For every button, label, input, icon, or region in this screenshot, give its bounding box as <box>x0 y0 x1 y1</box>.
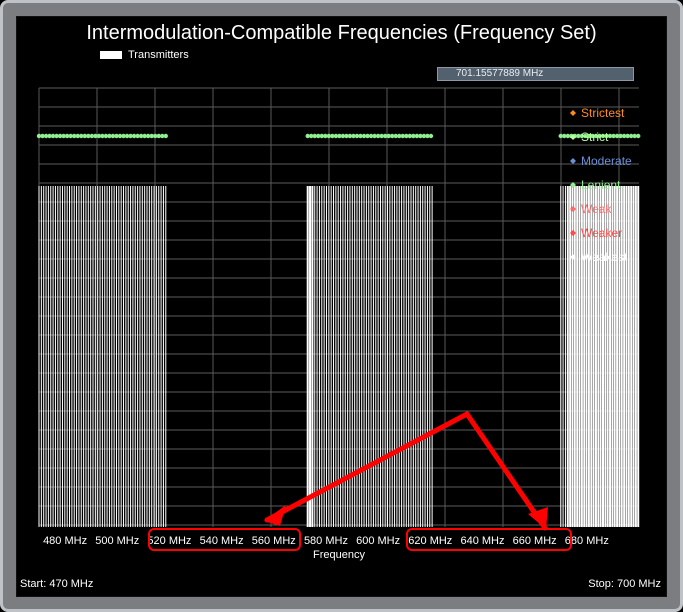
frequency-chart: 480 MHz 500 MHz 520 MHz 540 MHz 560 MHz 580 M… <box>36 87 641 561</box>
x-tick-label: 640 MHz <box>460 535 504 547</box>
lenient-marker <box>163 133 168 139</box>
x-tick-label: 500 MHz <box>95 535 139 547</box>
legend-label: Lenient <box>581 178 621 192</box>
x-tick-label: 660 MHz <box>513 535 557 547</box>
legend-label: Strictest <box>581 106 625 120</box>
legend-label: Strict <box>581 130 609 144</box>
x-tick-label: 600 MHz <box>356 535 400 547</box>
x-tick-label: 580 MHz <box>304 535 348 547</box>
legend-label: Weaker <box>581 226 622 240</box>
stop-label: Stop: 700 MHz <box>588 578 661 590</box>
lenient-marker <box>636 133 641 139</box>
legend-marker <box>570 158 576 164</box>
legend-label: Weak <box>581 202 612 216</box>
x-tick-label: 540 MHz <box>200 535 244 547</box>
legend-label: Moderate <box>581 154 632 168</box>
annotation-arrow-line <box>464 411 548 531</box>
legend-label: Weakest <box>581 250 628 264</box>
annotation-arrowhead <box>264 505 286 526</box>
lenient-marker <box>428 133 434 139</box>
legend-marker <box>570 110 576 116</box>
x-tick-label: 520 MHz <box>147 535 191 547</box>
x-tick-label: 560 MHz <box>252 535 296 547</box>
start-label: Start: 470 MHz <box>20 578 94 590</box>
x-tick-label: 620 MHz <box>408 535 452 547</box>
x-tick-label: 480 MHz <box>43 535 87 547</box>
x-axis-label: Frequency <box>313 549 365 561</box>
